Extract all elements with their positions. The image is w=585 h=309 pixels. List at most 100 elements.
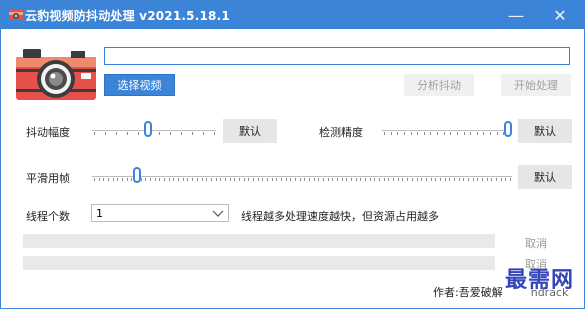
detect-precision-slider[interactable] [382,118,512,142]
smooth-frames-tick [94,178,95,181]
window-title: 云豹视频防抖动处理 v2021.5.18.1 [25,9,230,23]
smooth-frames-tick [351,178,352,181]
smooth-frames-tick [370,178,371,181]
detect-precision-tick [397,132,398,135]
smooth-frames-tick [159,178,160,181]
detect-precision-tick [483,132,484,135]
close-button[interactable]: ✕ [541,1,579,29]
smooth-frames-tick [402,178,403,181]
smooth-frames-tick [117,178,118,181]
shake-amplitude-slider[interactable] [92,118,216,142]
app-window: 云豹视频防抖动处理 v2021.5.18.1 — ✕ 选择视频 分析抖动 开始处… [0,0,585,309]
shake-amplitude-tick [214,132,215,135]
smooth-frames-tick [426,178,427,181]
smooth-default-button[interactable]: 默认 [518,165,572,189]
smooth-frames-tick [99,178,100,181]
smooth-frames-tick [131,178,132,181]
shake-amplitude-tick [170,132,171,135]
smooth-frames-tick [286,178,287,181]
minimize-button[interactable]: — [497,1,535,29]
smooth-frames-tick [487,178,488,181]
smooth-frames-tick [468,178,469,181]
threads-select[interactable]: 1 [91,204,229,222]
smooth-frames-thumb[interactable] [133,167,141,183]
smooth-frames-slider[interactable] [92,164,512,188]
smooth-frames-tick [421,178,422,181]
shake-amplitude-tick [127,132,128,135]
threads-label: 线程个数 [26,210,70,223]
smooth-frames-tick [178,178,179,181]
detect-precision-tick [417,132,418,135]
smooth-frames-tick [356,178,357,181]
smooth-frames-tick [239,178,240,181]
smooth-frames-tick [449,178,450,181]
smooth-frames-tick [417,178,418,181]
smooth-frames-tick [337,178,338,181]
title-bar[interactable]: 云豹视频防抖动处理 v2021.5.18.1 — ✕ [1,1,584,29]
detect-precision-label: 检测精度 [319,126,363,139]
analyze-shake-button[interactable]: 分析抖动 [404,74,474,96]
smooth-frames-tick [234,178,235,181]
smooth-frames-tick [473,178,474,181]
smooth-frames-tick [496,178,497,181]
shake-amplitude-tick [181,132,182,135]
detect-precision-thumb[interactable] [504,121,512,137]
smooth-frames-tick [230,178,231,181]
smooth-frames-tick [454,178,455,181]
smooth-frames-tick [183,178,184,181]
smooth-frames-tick [304,178,305,181]
smooth-frames-tick [150,178,151,181]
smooth-frames-tick [505,178,506,181]
select-video-button[interactable]: 选择视频 [104,74,175,96]
shake-amplitude-tick [138,132,139,135]
smooth-frames-tick [276,178,277,181]
smooth-frames-tick [281,178,282,181]
detect-default-button[interactable]: 默认 [518,119,572,143]
smooth-frames-tick [267,178,268,181]
shake-amplitude-label: 抖动幅度 [26,126,70,139]
camera-logo-icon [16,49,96,100]
smooth-frames-tick [258,178,259,181]
smooth-frames-tick [314,178,315,181]
watermark: 最需网 [505,267,575,293]
smooth-frames-tick [108,178,109,181]
smooth-frames-tick [412,178,413,181]
smooth-frames-tick [393,178,394,181]
smooth-frames-tick [173,178,174,181]
cancel-button-1[interactable]: 取消 [525,235,547,251]
detect-precision-tick [470,132,471,135]
video-path-input[interactable] [104,47,570,65]
detect-precision-tick [424,132,425,135]
smooth-frames-tick [384,178,385,181]
smooth-frames-tick [318,178,319,181]
smooth-frames-tick [169,178,170,181]
smooth-frames-tick [145,178,146,181]
smooth-frames-tick [295,178,296,181]
smooth-frames-tick [346,178,347,181]
shake-default-button[interactable]: 默认 [223,119,277,143]
smooth-frames-tick [323,178,324,181]
smooth-frames-tick [206,178,207,181]
smooth-frames-tick [463,178,464,181]
detect-precision-tick [457,132,458,135]
threads-value: 1 [96,207,103,220]
smooth-frames-tick [253,178,254,181]
detect-precision-tick [437,132,438,135]
smooth-frames-tick [164,178,165,181]
smooth-frames-tick [491,178,492,181]
smooth-frames-tick [388,178,389,181]
smooth-frames-tick [187,178,188,181]
progress-bar-1 [23,234,495,248]
smooth-frames-tick [510,178,511,181]
shake-amplitude-tick [159,132,160,135]
smooth-frames-tick [220,178,221,181]
detect-precision-track [382,130,512,131]
smooth-frames-tick [272,178,273,181]
smooth-frames-label: 平滑用帧 [26,172,70,185]
detect-precision-tick [430,132,431,135]
smooth-frames-tick [202,178,203,181]
shake-amplitude-tick [116,132,117,135]
shake-amplitude-thumb[interactable] [144,121,152,137]
start-process-button[interactable]: 开始处理 [501,74,571,96]
smooth-frames-tick [211,178,212,181]
